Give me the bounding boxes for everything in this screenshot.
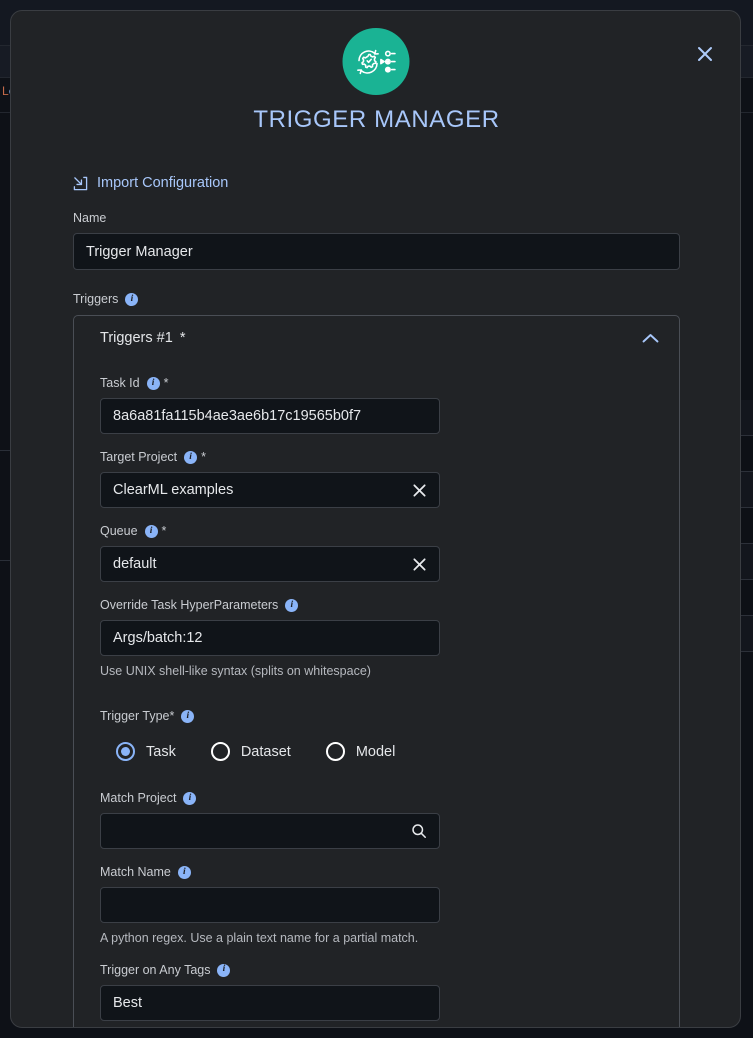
match-project-input[interactable]: [100, 813, 440, 850]
trigger-on-any-tags-helper: Comma-separated list: [100, 1028, 653, 1029]
target-project-field-block: Target Project i *: [100, 450, 653, 508]
clear-icon[interactable]: [409, 554, 429, 574]
radio-trigger-type-dataset[interactable]: Dataset: [210, 742, 291, 762]
breadcrumb-fragment-1: L: [2, 84, 9, 98]
required-marker: *: [163, 376, 169, 390]
override-hyperparameters-field-block: Override Task HyperParameters i Use UNIX…: [100, 598, 653, 679]
search-icon[interactable]: [409, 821, 429, 841]
override-hyperparameters-label-text: Override Task HyperParameters: [100, 598, 279, 612]
trigger-gear-flow-icon: [342, 28, 409, 95]
override-hyperparameters-input[interactable]: [100, 620, 440, 656]
trigger-manager-modal: TRIGGER MANAGER Import Configuration Nam…: [10, 10, 741, 1028]
match-project-input-wrap: [100, 813, 440, 850]
queue-input[interactable]: [100, 546, 440, 582]
radio-label: Model: [355, 743, 396, 760]
triggers-panel-header[interactable]: Triggers #1 *: [74, 316, 679, 360]
import-configuration-button[interactable]: Import Configuration: [73, 175, 228, 191]
match-name-label-text: Match Name: [100, 865, 171, 880]
radio-mark-icon: [325, 742, 345, 762]
target-project-input[interactable]: [100, 472, 440, 508]
info-icon[interactable]: i: [217, 963, 231, 977]
match-project-label: Match Project i: [100, 791, 653, 806]
radio-mark-icon: [210, 742, 230, 762]
name-field-block: Name: [73, 211, 680, 270]
chevron-up-icon[interactable]: [642, 333, 659, 344]
trigger-type-radio-group: Task Dataset Model: [100, 742, 653, 762]
trigger-on-any-tags-input[interactable]: [100, 984, 440, 1021]
override-hyperparameters-label: Override Task HyperParameters i: [100, 598, 653, 613]
radio-trigger-type-task[interactable]: Task: [116, 742, 176, 762]
triggers-label-text: Triggers: [73, 292, 119, 306]
info-icon[interactable]: i: [144, 525, 158, 538]
triggers-panel-title-text: Triggers #1: [100, 330, 173, 346]
required-marker: *: [201, 450, 206, 464]
clear-icon[interactable]: [409, 480, 429, 500]
match-project-field-block: Match Project i: [100, 791, 653, 850]
trigger-on-any-tags-label: Trigger on Any Tags i: [100, 963, 653, 978]
task-id-field-block: Task Id i *: [100, 376, 653, 434]
info-icon[interactable]: i: [146, 377, 160, 390]
required-marker: *: [161, 524, 167, 538]
trigger-type-label: Trigger Type* i: [100, 709, 653, 724]
trigger-on-any-tags-label-text: Trigger on Any Tags: [100, 962, 211, 977]
trigger-type-label-text: Trigger Type*: [100, 709, 175, 724]
triggers-panel: Triggers #1 * Task Id i * 8a6a81fa115b4a…: [73, 315, 680, 1029]
import-configuration-icon: [73, 176, 88, 191]
radio-label: Dataset: [240, 743, 291, 760]
trigger-on-any-tags-field-block: Trigger on Any Tags i Comma-separated li…: [100, 963, 653, 1029]
target-project-label-text: Target Project: [100, 450, 178, 464]
target-project-label: Target Project i *: [100, 450, 653, 465]
triggers-panel-body: Task Id i * Target Project i *: [74, 376, 679, 1029]
task-id-label-text: Task Id: [100, 376, 140, 390]
info-icon[interactable]: i: [125, 293, 139, 306]
info-icon[interactable]: i: [177, 866, 191, 880]
name-input[interactable]: [73, 233, 680, 270]
name-field-label: Name: [73, 211, 680, 226]
queue-input-wrap: [100, 546, 440, 582]
info-icon[interactable]: i: [285, 599, 299, 612]
radio-label: Task: [146, 743, 176, 760]
match-name-label: Match Name i: [100, 865, 653, 880]
task-id-input[interactable]: [100, 398, 440, 434]
queue-field-block: Queue i *: [100, 524, 653, 582]
radio-trigger-type-model[interactable]: Model: [325, 742, 396, 762]
queue-label: Queue i *: [100, 524, 653, 539]
override-hyperparameters-helper: Use UNIX shell-like syntax (splits on wh…: [100, 664, 371, 678]
info-icon[interactable]: i: [184, 451, 198, 464]
info-icon[interactable]: i: [181, 710, 195, 724]
target-project-input-wrap: [100, 472, 440, 508]
queue-label-text: Queue: [100, 524, 138, 538]
match-name-input[interactable]: [100, 887, 440, 924]
info-icon[interactable]: i: [183, 792, 197, 806]
triggers-panel-title: Triggers #1 *: [100, 330, 185, 346]
radio-mark-icon: [116, 742, 135, 762]
page-title: TRIGGER MANAGER: [253, 106, 500, 133]
import-configuration-label: Import Configuration: [97, 175, 229, 191]
required-marker: *: [179, 330, 186, 346]
match-name-helper: A python regex. Use a plain text name fo…: [100, 931, 419, 946]
task-id-label: Task Id i *: [100, 376, 653, 391]
trigger-type-field-block: Trigger Type* i Task Dataset Model: [100, 709, 653, 762]
name-label-text: Name: [73, 211, 107, 225]
match-name-field-block: Match Name i A python regex. Use a plain…: [100, 865, 653, 946]
modal-body: Import Configuration Name Triggers i Tri…: [11, 151, 740, 1029]
match-project-label-text: Match Project: [100, 791, 177, 806]
close-icon[interactable]: [688, 37, 722, 71]
triggers-section-label: Triggers i: [73, 292, 680, 307]
